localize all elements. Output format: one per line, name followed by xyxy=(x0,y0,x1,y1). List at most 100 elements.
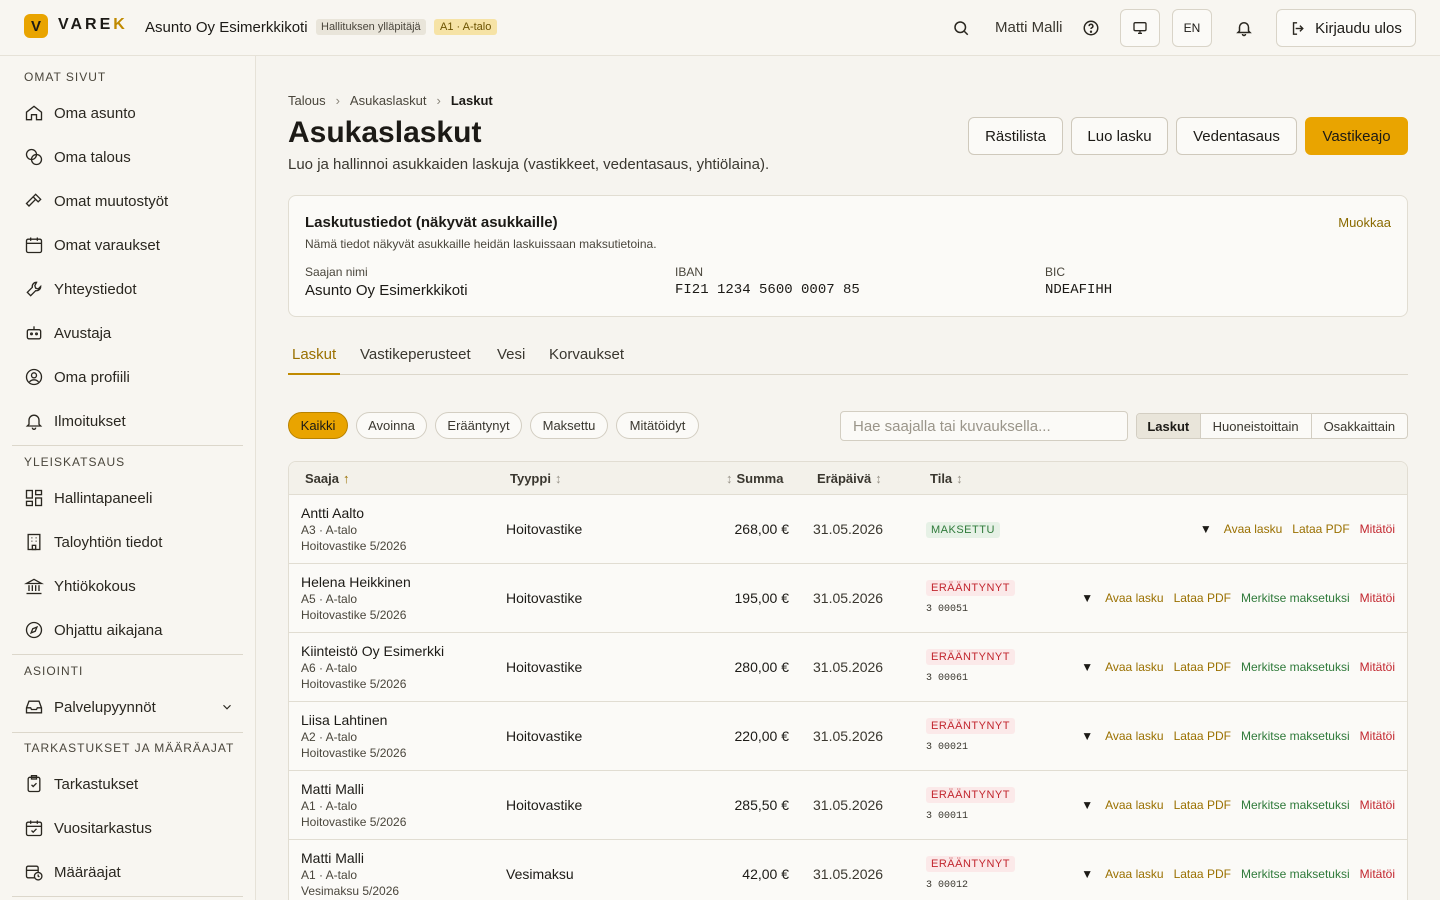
expand-triangle-icon[interactable]: ▼ xyxy=(1200,522,1212,536)
expand-triangle-icon[interactable]: ▼ xyxy=(1081,660,1093,674)
sidebar-item-maaraajat[interactable]: Määräajat xyxy=(24,857,244,887)
chevron-right-icon: › xyxy=(436,93,441,108)
void-invoice-link[interactable]: Mitätöi xyxy=(1360,522,1395,536)
calendar-check-icon xyxy=(25,820,43,837)
sidebar-item-avustaja[interactable]: Avustaja xyxy=(24,318,244,348)
open-invoice-link[interactable]: Avaa lasku xyxy=(1105,660,1163,674)
column-header-tila[interactable]: Tila ↕ xyxy=(930,471,963,486)
sidebar-item-yhtiokokous[interactable]: Yhtiökokous xyxy=(24,571,244,601)
table-row[interactable]: Helena Heikkinen A5 · A-talo Hoitovastik… xyxy=(289,564,1407,633)
download-pdf-link[interactable]: Lataa PDF xyxy=(1174,867,1231,881)
sidebar-item-hallintapaneeli[interactable]: Hallintapaneeli xyxy=(24,483,244,513)
sidebar-item-oma-profiili[interactable]: Oma profiili xyxy=(24,362,244,392)
mark-paid-link[interactable]: Merkitse maksetuksi xyxy=(1241,591,1350,605)
download-pdf-link[interactable]: Lataa PDF xyxy=(1174,660,1231,674)
void-invoice-link[interactable]: Mitätöi xyxy=(1360,660,1395,674)
display-mode-button[interactable] xyxy=(1120,9,1160,47)
open-invoice-link[interactable]: Avaa lasku xyxy=(1105,729,1163,743)
sidebar-item-label: Oma profiili xyxy=(54,368,130,386)
column-header-saaja[interactable]: Saaja ↑ xyxy=(305,471,349,486)
org-name: Asunto Oy Esimerkkikoti xyxy=(145,19,308,36)
void-invoice-link[interactable]: Mitätöi xyxy=(1360,729,1395,743)
create-invoice-button[interactable]: Luo lasku xyxy=(1071,117,1168,155)
download-pdf-link[interactable]: Lataa PDF xyxy=(1292,522,1349,536)
notifications-bell-icon[interactable] xyxy=(1234,18,1254,38)
mark-paid-link[interactable]: Merkitse maksetuksi xyxy=(1241,867,1350,881)
sidebar-item-vuositarkastus[interactable]: Vuositarkastus xyxy=(24,813,244,843)
column-header-tyyppi[interactable]: Tyyppi ↕ xyxy=(510,471,561,486)
open-invoice-link[interactable]: Avaa lasku xyxy=(1105,591,1163,605)
search-icon[interactable] xyxy=(951,18,971,38)
view-toggle: Laskut Huoneistoittain Osakkaittain xyxy=(1136,413,1408,439)
filter-chip-mitatoidyt[interactable]: Mitätöidyt xyxy=(616,412,699,439)
sidebar-item-ilmoitukset[interactable]: Ilmoitukset xyxy=(24,406,244,436)
logo-text[interactable]: VAREK xyxy=(58,16,128,34)
edit-billing-link[interactable]: Muokkaa xyxy=(1338,215,1391,230)
vastikeajo-button[interactable]: Vastikeajo xyxy=(1305,117,1408,155)
sidebar-item-omat-varaukset[interactable]: Omat varaukset xyxy=(24,230,244,260)
tab-korvaukset[interactable]: Korvaukset xyxy=(549,346,624,363)
view-toggle-osakkaittain[interactable]: Osakkaittain xyxy=(1312,414,1407,438)
void-invoice-link[interactable]: Mitätöi xyxy=(1360,867,1395,881)
rastilista-button[interactable]: Rästilista xyxy=(968,117,1063,155)
mark-paid-link[interactable]: Merkitse maksetuksi xyxy=(1241,798,1350,812)
view-toggle-huoneistoittain[interactable]: Huoneistoittain xyxy=(1201,414,1312,438)
search-input[interactable]: Hae saajalla tai kuvauksella... xyxy=(840,411,1128,441)
expand-triangle-icon[interactable]: ▼ xyxy=(1081,591,1093,605)
row-description: Hoitovastike 5/2026 xyxy=(301,539,407,553)
void-invoice-link[interactable]: Mitätöi xyxy=(1360,591,1395,605)
filter-chip-kaikki[interactable]: Kaikki xyxy=(288,412,348,439)
row-due-date: 31.05.2026 xyxy=(813,590,884,606)
sidebar-item-taloyhtion-tiedot[interactable]: Taloyhtiön tiedot xyxy=(24,527,244,557)
open-invoice-link[interactable]: Avaa lasku xyxy=(1105,798,1163,812)
download-pdf-link[interactable]: Lataa PDF xyxy=(1174,729,1231,743)
breadcrumb-item-asukaslaskut[interactable]: Asukaslaskut xyxy=(350,93,427,108)
sidebar-item-yhteystiedot[interactable]: Yhteystiedot xyxy=(24,274,244,304)
expand-triangle-icon[interactable]: ▼ xyxy=(1081,867,1093,881)
water-balancing-button[interactable]: Vedentasaus xyxy=(1176,117,1297,155)
monitor-icon xyxy=(1133,21,1147,34)
tab-laskut[interactable]: Laskut xyxy=(292,346,336,363)
sidebar-item-oma-talous[interactable]: Oma talous xyxy=(24,142,244,172)
table-row[interactable]: Matti Malli A1 · A-talo Vesimaksu 5/2026… xyxy=(289,840,1407,900)
calendar-icon xyxy=(25,237,43,254)
tab-vastikeperusteet[interactable]: Vastikeperusteet xyxy=(360,346,471,363)
open-invoice-link[interactable]: Avaa lasku xyxy=(1224,522,1282,536)
column-label: Tila xyxy=(930,471,953,486)
sidebar-item-omat-muutostyot[interactable]: Omat muutostyöt xyxy=(24,186,244,216)
table-row[interactable]: Antti Aalto A3 · A-talo Hoitovastike 5/2… xyxy=(289,495,1407,564)
logo-icon[interactable]: V xyxy=(24,14,48,38)
filter-chip-maksettu[interactable]: Maksettu xyxy=(530,412,608,439)
column-header-summa[interactable]: ↕ Summa xyxy=(726,471,783,486)
filter-chip-avoinna[interactable]: Avoinna xyxy=(356,412,427,439)
void-invoice-link[interactable]: Mitätöi xyxy=(1360,798,1395,812)
view-toggle-laskut[interactable]: Laskut xyxy=(1137,414,1201,438)
open-invoice-link[interactable]: Avaa lasku xyxy=(1105,867,1163,881)
status-badge: ERÄÄNTYNYT xyxy=(926,787,1015,803)
row-amount: 195,00 € xyxy=(734,590,790,606)
chevron-right-icon: › xyxy=(335,93,340,108)
chevron-down-icon[interactable] xyxy=(220,700,234,714)
sidebar-item-tarkastukset[interactable]: Tarkastukset xyxy=(24,769,244,799)
table-row[interactable]: Kiinteistö Oy Esimerkki A6 · A-talo Hoit… xyxy=(289,633,1407,702)
sidebar-item-ohjattu-aikajana[interactable]: Ohjattu aikajana xyxy=(24,615,244,645)
download-pdf-link[interactable]: Lataa PDF xyxy=(1174,798,1231,812)
logout-button[interactable]: Kirjaudu ulos xyxy=(1276,9,1416,47)
column-header-erapaiva[interactable]: Eräpäivä ↕ xyxy=(817,471,882,486)
help-icon[interactable] xyxy=(1081,18,1101,38)
breadcrumb-item-talous[interactable]: Talous xyxy=(288,93,326,108)
table-row[interactable]: Matti Malli A1 · A-talo Hoitovastike 5/2… xyxy=(289,771,1407,840)
tab-vesi[interactable]: Vesi xyxy=(497,346,525,363)
expand-triangle-icon[interactable]: ▼ xyxy=(1081,729,1093,743)
logo-letter: V xyxy=(30,17,41,35)
expand-triangle-icon[interactable]: ▼ xyxy=(1081,798,1093,812)
sidebar-item-palvelupyynnot[interactable]: Palvelupyynnöt xyxy=(24,692,244,722)
download-pdf-link[interactable]: Lataa PDF xyxy=(1174,591,1231,605)
table-row[interactable]: Liisa Lahtinen A2 · A-talo Hoitovastike … xyxy=(289,702,1407,771)
user-name[interactable]: Matti Malli xyxy=(995,19,1063,36)
language-button[interactable]: EN xyxy=(1172,9,1212,47)
sidebar-item-oma-asunto[interactable]: Oma asunto xyxy=(24,98,244,128)
mark-paid-link[interactable]: Merkitse maksetuksi xyxy=(1241,660,1350,674)
filter-chip-eraantynyt[interactable]: Erääntynyt xyxy=(435,412,522,439)
mark-paid-link[interactable]: Merkitse maksetuksi xyxy=(1241,729,1350,743)
